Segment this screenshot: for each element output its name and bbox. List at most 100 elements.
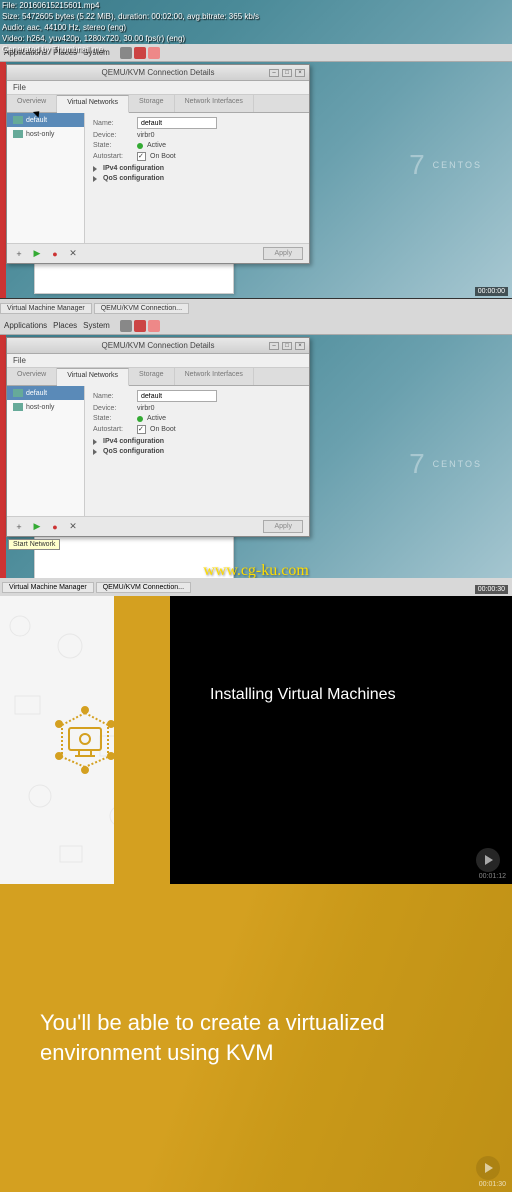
ipv4-config[interactable]: IPv4 configuration xyxy=(103,165,164,172)
window-buttons: – □ × xyxy=(269,342,305,350)
meta-line: Generated by Thumbnail me xyxy=(2,44,259,55)
qos-config[interactable]: QoS configuration xyxy=(103,175,164,182)
stop-network-button[interactable]: ● xyxy=(49,248,61,260)
stop-network-button[interactable]: ● xyxy=(49,521,61,533)
tabs: Overview Virtual Networks Storage Networ… xyxy=(7,368,309,386)
taskbar-item-vmm[interactable]: Virtual Machine Manager xyxy=(0,303,92,314)
sidebar-item-hostonly[interactable]: host-only xyxy=(7,400,84,414)
centos-logo: 7 CENTOS xyxy=(409,448,482,480)
expand-icon[interactable] xyxy=(93,176,97,182)
network-sidebar: default host-only xyxy=(7,386,85,516)
tray-icon[interactable] xyxy=(134,320,146,332)
centos-label: CENTOS xyxy=(433,160,482,170)
network-icon xyxy=(13,116,23,124)
window-buttons: – □ × xyxy=(269,69,305,77)
menu-file[interactable]: File xyxy=(13,356,26,365)
network-details: Name: Device:virbr0 State:Active Autosta… xyxy=(85,386,309,516)
timestamp: 00:01:12 xyxy=(479,873,506,880)
device-value: virbr0 xyxy=(137,405,155,412)
tab-network-interfaces[interactable]: Network Interfaces xyxy=(175,368,254,385)
tray-icon[interactable] xyxy=(120,320,132,332)
apply-button[interactable]: Apply xyxy=(263,520,303,533)
add-network-button[interactable]: + xyxy=(13,521,25,533)
timestamp: 00:01:30 xyxy=(479,1181,506,1188)
slide-right: Installing Virtual Machines xyxy=(170,596,512,884)
expand-icon[interactable] xyxy=(93,449,97,455)
sidebar-item-default[interactable]: default xyxy=(7,386,84,400)
centos-logo: 7 CENTOS xyxy=(409,149,482,181)
label-name: Name: xyxy=(93,393,133,400)
menu-applications[interactable]: Applications xyxy=(4,321,47,330)
maximize-button[interactable]: □ xyxy=(282,342,292,350)
ipv4-config[interactable]: IPv4 configuration xyxy=(103,438,164,445)
network-details: Name: Device:virbr0 State:Active Autosta… xyxy=(85,113,309,243)
sidebar-item-hostonly[interactable]: host-only xyxy=(7,127,84,141)
timestamp: 00:00:00 xyxy=(475,287,508,296)
close-button[interactable]: × xyxy=(295,69,305,77)
qos-config[interactable]: QoS configuration xyxy=(103,448,164,455)
apply-button[interactable]: Apply xyxy=(263,247,303,260)
minimize-button[interactable]: – xyxy=(269,342,279,350)
play-button-icon[interactable] xyxy=(476,1156,500,1180)
file-metadata: File: 20160615215601.mp4 Size: 5472605 b… xyxy=(2,0,259,55)
autostart-checkbox[interactable] xyxy=(137,425,146,434)
centos-7: 7 xyxy=(409,448,427,480)
name-input[interactable] xyxy=(137,390,217,402)
maximize-button[interactable]: □ xyxy=(282,69,292,77)
menubar: File xyxy=(7,81,309,95)
taskbar-top: Virtual Machine Manager QEMU/KVM Connect… xyxy=(0,299,512,317)
state-value: Active xyxy=(147,415,166,422)
minimize-button[interactable]: – xyxy=(269,69,279,77)
label-state: State: xyxy=(93,142,133,149)
slide-text: You'll be able to create a virtualized e… xyxy=(40,1008,472,1067)
expand-icon[interactable] xyxy=(93,166,97,172)
slide-left-graphic xyxy=(0,596,170,884)
tab-storage[interactable]: Storage xyxy=(129,95,175,112)
window-body: default host-only Name: Device: virbr0 St… xyxy=(7,386,309,516)
menu-system[interactable]: System xyxy=(83,321,110,330)
tab-overview[interactable]: Overview xyxy=(7,368,57,385)
state-active-icon xyxy=(137,143,143,149)
taskbar-item-vmm[interactable]: Virtual Machine Manager xyxy=(2,582,94,593)
delete-network-button[interactable]: ✕ xyxy=(67,248,79,260)
add-network-button[interactable]: + xyxy=(13,248,25,260)
state-active-icon xyxy=(137,416,143,422)
menu-file[interactable]: File xyxy=(13,83,26,92)
timestamp: 00:00:30 xyxy=(475,585,508,594)
meta-line: Size: 5472605 bytes (5.22 MiB), duration… xyxy=(2,11,259,22)
network-icon xyxy=(13,389,23,397)
panel-4: You'll be able to create a virtualized e… xyxy=(0,884,512,1192)
tray-icon[interactable] xyxy=(148,320,160,332)
tab-overview[interactable]: Overview xyxy=(7,95,57,112)
window-titlebar[interactable]: QEMU/KVM Connection Details – □ × xyxy=(7,338,309,354)
close-button[interactable]: × xyxy=(295,342,305,350)
tab-virtual-networks[interactable]: Virtual Networks xyxy=(57,368,129,386)
autostart-value: On Boot xyxy=(150,153,176,160)
panel-1: File: 20160615215601.mp4 Size: 5472605 b… xyxy=(0,0,512,298)
name-input[interactable] xyxy=(137,117,217,129)
delete-network-button[interactable]: ✕ xyxy=(67,521,79,533)
expand-icon[interactable] xyxy=(93,439,97,445)
taskbar-item-connection[interactable]: QEMU/KVM Connection... xyxy=(96,582,191,593)
network-icon xyxy=(13,403,23,411)
tab-storage[interactable]: Storage xyxy=(129,368,175,385)
autostart-checkbox[interactable] xyxy=(137,152,146,161)
label-autostart: Autostart: xyxy=(93,153,133,160)
window-titlebar[interactable]: QEMU/KVM Connection Details – □ × xyxy=(7,65,309,81)
tab-virtual-networks[interactable]: Virtual Networks xyxy=(57,95,129,113)
network-sidebar: default host-only xyxy=(7,113,85,243)
tray-icons xyxy=(120,320,160,332)
play-button-icon[interactable] xyxy=(476,848,500,872)
meta-line: File: 20160615215601.mp4 xyxy=(2,0,259,11)
meta-line: Audio: aac, 44100 Hz, stereo (eng) xyxy=(2,22,259,33)
taskbar-item-connection[interactable]: QEMU/KVM Connection... xyxy=(94,303,189,314)
label-device: Device: xyxy=(93,405,133,412)
autostart-value: On Boot xyxy=(150,426,176,433)
start-network-button[interactable]: ▶ xyxy=(31,248,43,260)
window-title: QEMU/KVM Connection Details xyxy=(102,341,215,350)
tab-network-interfaces[interactable]: Network Interfaces xyxy=(175,95,254,112)
menu-places[interactable]: Places xyxy=(53,321,77,330)
start-network-button[interactable]: ▶ xyxy=(31,521,43,533)
sidebar-item-default[interactable]: default xyxy=(7,113,84,127)
label-state: State: xyxy=(93,415,133,422)
